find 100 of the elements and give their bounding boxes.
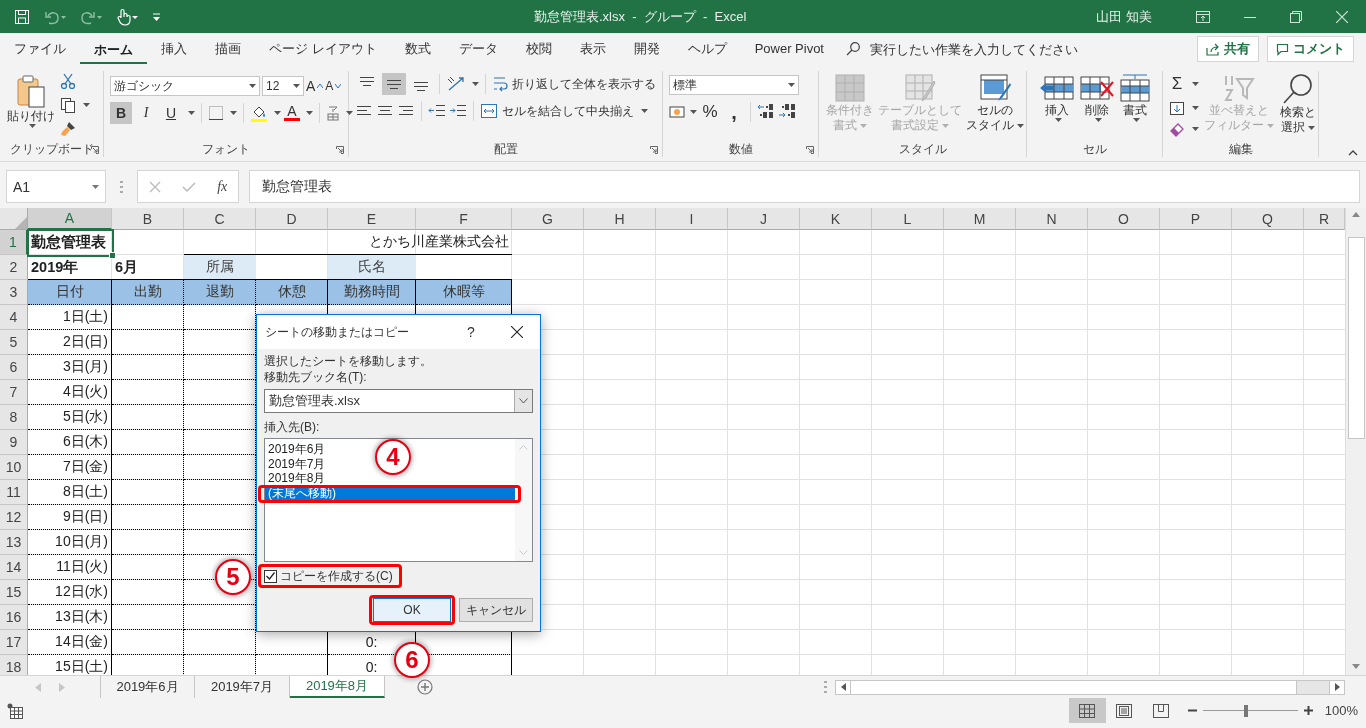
formula-field[interactable]: 勤怠管理表	[249, 170, 1360, 203]
row-header[interactable]: 9	[0, 430, 28, 455]
caret-icon[interactable]	[1192, 106, 1199, 110]
dialog-launcher-icon[interactable]	[806, 146, 814, 154]
column-header[interactable]: G	[512, 208, 584, 230]
caret-icon[interactable]	[249, 84, 256, 88]
wrap-text-button[interactable]: 折り返して全体を表示する	[492, 75, 656, 93]
scroll-right-icon[interactable]	[1334, 683, 1340, 691]
dialog-launcher-icon[interactable]	[336, 146, 344, 154]
save-icon[interactable]	[14, 8, 30, 25]
ok-button[interactable]: OK	[373, 598, 451, 622]
menu-tab[interactable]: 数式	[390, 33, 445, 65]
bold-button[interactable]: B	[110, 102, 132, 124]
caret-icon[interactable]	[641, 109, 648, 113]
caret-icon[interactable]	[29, 124, 36, 128]
zoom-thumb[interactable]	[1244, 704, 1249, 717]
caret-icon[interactable]	[1308, 125, 1315, 130]
menu-tab[interactable]: 表示	[565, 33, 620, 65]
align-middle-button[interactable]	[382, 73, 406, 95]
row-header[interactable]: 13	[0, 530, 28, 555]
insert-button[interactable]: 挿入	[1037, 71, 1076, 124]
book-dropdown[interactable]: 勤怠管理表.xlsx	[264, 389, 533, 413]
caret-icon[interactable]	[306, 111, 313, 115]
customize-icon[interactable]	[152, 11, 161, 22]
number-format-field[interactable]: 標準	[669, 75, 799, 95]
row-header[interactable]: 14	[0, 555, 28, 580]
menu-tab[interactable]: 描画	[201, 33, 255, 65]
shrink-font-button[interactable]: A	[325, 79, 342, 93]
row-header[interactable]: 17	[0, 630, 28, 655]
row-header[interactable]: 3	[0, 280, 28, 305]
search-icon[interactable]	[1281, 73, 1315, 105]
fill-down-icon[interactable]	[1169, 100, 1185, 116]
underline-button[interactable]: U	[160, 102, 182, 124]
ribbon-options-icon[interactable]	[1196, 10, 1210, 23]
scroll-down-icon[interactable]	[1352, 664, 1360, 669]
row-header[interactable]: 12	[0, 505, 28, 530]
caret-icon[interactable]	[1054, 118, 1062, 122]
find-button[interactable]: 検索と 選択	[1279, 71, 1317, 141]
caret-icon[interactable]	[92, 184, 99, 189]
normal-view-button[interactable]	[1068, 698, 1106, 723]
share-button[interactable]: 共有	[1197, 36, 1259, 62]
zoom-in-icon[interactable]	[1303, 706, 1313, 715]
vertical-scrollbar[interactable]	[1345, 208, 1366, 675]
caret-icon[interactable]	[346, 111, 353, 115]
format-cells-icon[interactable]	[1118, 73, 1151, 103]
format-painter-icon[interactable]	[60, 121, 76, 137]
scroll-left-icon[interactable]	[840, 683, 846, 691]
row-header[interactable]: 15	[0, 580, 28, 605]
macro-record-icon[interactable]	[7, 702, 23, 719]
menu-tab[interactable]: データ	[444, 33, 512, 65]
scroll-up-icon[interactable]	[1352, 212, 1360, 217]
list-item[interactable]: 2019年8月	[265, 471, 329, 486]
delete-cells-icon[interactable]	[1078, 73, 1115, 103]
column-header[interactable]: J	[728, 208, 800, 230]
column-header[interactable]: L	[872, 208, 944, 230]
paste-button[interactable]: 貼り付け	[6, 71, 56, 141]
insert-cells-icon[interactable]	[1038, 73, 1075, 103]
caret-icon[interactable]	[472, 82, 479, 86]
dialog-launcher-icon[interactable]	[91, 146, 99, 154]
column-header[interactable]: O	[1088, 208, 1160, 230]
menu-tab[interactable]: ヘルプ	[673, 33, 741, 65]
cancel-button[interactable]: キャンセル	[459, 598, 533, 622]
caret-icon[interactable]	[274, 111, 281, 115]
column-header[interactable]: P	[1160, 208, 1232, 230]
column-header[interactable]: N	[1016, 208, 1088, 230]
currency-icon[interactable]	[669, 104, 685, 120]
grow-font-button[interactable]: A	[306, 78, 324, 94]
menu-tab[interactable]: 校閲	[511, 33, 566, 65]
hand-icon[interactable]	[116, 7, 138, 26]
list-item[interactable]: 2019年6月	[265, 442, 329, 457]
borders-icon[interactable]	[208, 105, 224, 121]
checkbox-label[interactable]: コピーを作成する(C)	[280, 568, 393, 584]
font-name-field[interactable]: 游ゴシック	[110, 76, 260, 96]
eraser-icon[interactable]	[1169, 121, 1185, 137]
add-sheet-icon[interactable]	[417, 679, 433, 695]
row-header[interactable]: 2	[0, 255, 28, 280]
copy-icon[interactable]	[60, 97, 76, 113]
column-header[interactable]: F	[416, 208, 512, 230]
column-header[interactable]: C	[184, 208, 256, 230]
caret-icon[interactable]	[1192, 82, 1199, 86]
column-header[interactable]: A	[28, 208, 112, 230]
fill-color-icon[interactable]	[250, 104, 268, 122]
column-header[interactable]: Q	[1232, 208, 1304, 230]
caret-icon[interactable]	[1132, 118, 1140, 122]
caret-icon[interactable]	[83, 103, 90, 107]
list-item[interactable]: 2019年7月	[265, 456, 329, 471]
row-header[interactable]: 16	[0, 605, 28, 630]
merge-center-button[interactable]: セルを結合して中央揃え	[480, 102, 648, 120]
column-header[interactable]: D	[256, 208, 328, 230]
caret-icon[interactable]	[1192, 127, 1199, 131]
horizontal-scrollbar[interactable]	[835, 679, 1345, 695]
row-header[interactable]: 6	[0, 355, 28, 380]
font-size-field[interactable]: 12	[262, 76, 304, 96]
caret-icon[interactable]	[690, 110, 697, 114]
caret-icon[interactable]	[1094, 118, 1102, 122]
menu-tab[interactable]: 開発	[619, 33, 674, 65]
restore-icon[interactable]	[1290, 10, 1302, 23]
row-header[interactable]: 11	[0, 480, 28, 505]
zoom-level[interactable]: 100%	[1324, 703, 1358, 718]
insert-function-button[interactable]: fx	[217, 178, 228, 195]
